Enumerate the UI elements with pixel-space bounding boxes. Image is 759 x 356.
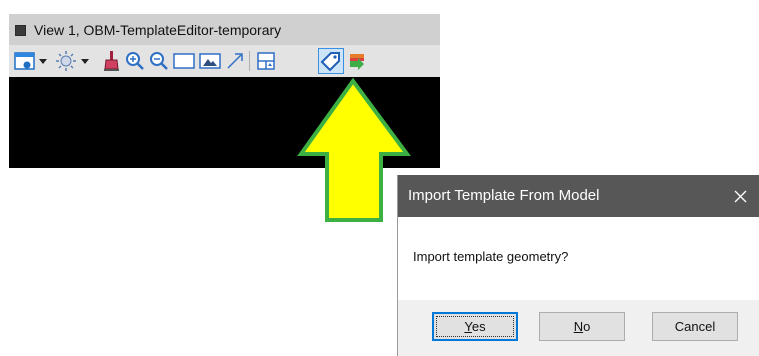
window-menu-icon[interactable] bbox=[15, 25, 26, 36]
import-icon[interactable] bbox=[346, 49, 368, 73]
cancel-button[interactable]: Cancel bbox=[652, 312, 738, 341]
dialog-message: Import template geometry? bbox=[413, 249, 569, 264]
dialog-title: Import Template From Model bbox=[408, 187, 600, 204]
no-button[interactable]: No bbox=[539, 312, 625, 341]
fit-view-icon[interactable] bbox=[198, 49, 222, 73]
tag-icon[interactable] bbox=[318, 48, 344, 74]
view-toolbar bbox=[9, 45, 440, 77]
view-titlebar[interactable]: View 1, OBM-TemplateEditor-temporary bbox=[9, 14, 440, 45]
cancel-button-label: Cancel bbox=[674, 319, 716, 334]
paint-bucket-icon[interactable] bbox=[101, 49, 123, 73]
window-area-icon[interactable] bbox=[172, 49, 196, 73]
zoom-out-icon[interactable] bbox=[148, 49, 170, 73]
zoom-in-icon[interactable] bbox=[124, 49, 146, 73]
dialog-body: Import template geometry? bbox=[398, 217, 759, 300]
toolbar-separator bbox=[249, 51, 250, 71]
yes-button[interactable]: Yes bbox=[432, 312, 518, 341]
import-template-dialog: Import Template From Model Import templa… bbox=[397, 175, 759, 356]
lighting-icon[interactable] bbox=[54, 49, 78, 73]
dialog-footer: Yes No Cancel bbox=[398, 300, 759, 356]
no-button-label: No bbox=[573, 319, 591, 334]
copy-view-icon[interactable] bbox=[255, 49, 277, 73]
yes-button-label: Yes bbox=[464, 319, 486, 334]
view-display-icon[interactable] bbox=[13, 49, 37, 73]
close-icon[interactable] bbox=[728, 181, 754, 211]
view-title: View 1, OBM-TemplateEditor-temporary bbox=[34, 22, 282, 38]
dropdown-arrow-icon[interactable] bbox=[38, 49, 48, 73]
rotate-view-icon[interactable] bbox=[224, 49, 246, 73]
dropdown-arrow-icon[interactable] bbox=[80, 49, 90, 73]
dialog-titlebar[interactable]: Import Template From Model bbox=[398, 175, 759, 217]
